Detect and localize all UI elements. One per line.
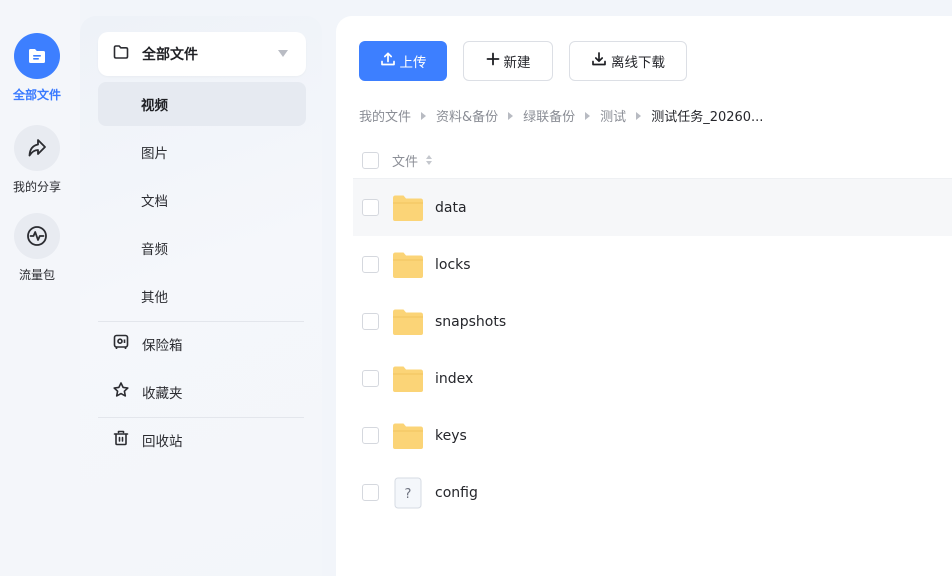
offline-download-label: 离线下载	[611, 55, 665, 71]
divider	[98, 321, 304, 322]
file-name: keys	[435, 427, 467, 444]
select-all-checkbox[interactable]	[362, 151, 379, 169]
rail-label: 流量包	[18, 268, 55, 282]
file-name: snapshots	[435, 313, 507, 330]
rail-label: 全部文件	[12, 88, 61, 102]
download-icon	[591, 51, 607, 71]
unknown-file-icon: ?	[392, 477, 424, 509]
all-files-label: 全部文件	[142, 47, 198, 63]
file-row[interactable]: index	[353, 350, 952, 407]
row-checkbox[interactable]	[362, 199, 379, 216]
row-checkbox[interactable]	[362, 484, 379, 501]
svg-text:?: ?	[405, 487, 412, 502]
nav-recycle-label: 回收站	[142, 434, 183, 450]
sort-icon[interactable]	[426, 155, 433, 165]
upload-label: 上传	[399, 55, 427, 71]
star-icon	[112, 381, 130, 403]
folder-icon	[392, 306, 424, 338]
folder-files-icon	[14, 33, 60, 79]
row-checkbox[interactable]	[362, 370, 379, 387]
file-row[interactable]: snapshots	[353, 293, 952, 350]
trash-icon	[112, 429, 130, 451]
nav-safe-label: 保险箱	[142, 338, 183, 354]
category-video[interactable]: 视频	[98, 82, 306, 126]
file-name: index	[435, 370, 474, 387]
nav-safe[interactable]: 保险箱	[98, 324, 306, 364]
rail-item-all-files[interactable]: 全部文件	[0, 33, 74, 103]
folder-icon	[392, 192, 424, 224]
upload-button[interactable]: 上传	[359, 41, 447, 81]
breadcrumb: 我的文件 资料&备份 绿联备份 测试 测试任务_20260...	[359, 106, 763, 125]
share-arrow-icon	[14, 125, 60, 171]
breadcrumb-separator-icon	[508, 111, 514, 120]
category-other[interactable]: 其他	[98, 274, 306, 318]
file-row[interactable]: locks	[353, 236, 952, 293]
rail-item-my-share[interactable]: 我的分享	[0, 125, 74, 195]
rail-label: 我的分享	[12, 180, 61, 194]
caret-down-icon[interactable]	[278, 50, 288, 57]
column-file-name[interactable]: 文件	[392, 151, 418, 170]
rail-item-traffic[interactable]: 流量包	[0, 213, 74, 283]
category-documents[interactable]: 文档	[98, 178, 306, 222]
category-panel: 全部文件 视频 图片 文档 音频 其他 保险箱 收藏夹 回收站	[80, 16, 322, 576]
breadcrumb-item[interactable]: 测试	[600, 106, 626, 125]
file-name: config	[435, 484, 478, 501]
nav-favorites-label: 收藏夹	[142, 386, 183, 402]
divider	[98, 417, 304, 418]
row-checkbox[interactable]	[362, 427, 379, 444]
folder-icon	[392, 420, 424, 452]
folder-outline-icon	[112, 43, 130, 65]
plus-icon	[486, 52, 500, 70]
offline-download-button[interactable]: 离线下载	[569, 41, 687, 81]
file-row[interactable]: data	[353, 179, 952, 236]
breadcrumb-item[interactable]: 资料&备份	[436, 106, 498, 125]
file-browser: 上传 新建 离线下载 我的文件 资料&备份 绿联备份 测试 测试任务_20260…	[336, 16, 952, 576]
file-row[interactable]: ? config	[353, 464, 952, 521]
row-checkbox[interactable]	[362, 313, 379, 330]
new-button[interactable]: 新建	[463, 41, 553, 81]
breadcrumb-separator-icon	[636, 111, 642, 120]
breadcrumb-item[interactable]: 绿联备份	[523, 106, 575, 125]
category-images[interactable]: 图片	[98, 130, 306, 174]
row-checkbox[interactable]	[362, 256, 379, 273]
file-row[interactable]: keys	[353, 407, 952, 464]
upload-icon	[380, 51, 396, 71]
all-files-dropdown[interactable]: 全部文件	[98, 32, 306, 76]
file-name: locks	[435, 256, 471, 273]
app-rail: 全部文件 我的分享 流量包	[0, 0, 80, 576]
nav-favorites[interactable]: 收藏夹	[98, 372, 306, 412]
breadcrumb-current: 测试任务_20260...	[651, 110, 764, 125]
nav-recycle-bin[interactable]: 回收站	[98, 420, 306, 460]
folder-icon	[392, 363, 424, 395]
breadcrumb-separator-icon	[421, 111, 427, 120]
file-name: data	[435, 199, 467, 216]
traffic-pulse-icon	[14, 213, 60, 259]
folder-icon	[392, 249, 424, 281]
breadcrumb-item[interactable]: 我的文件	[359, 106, 411, 125]
breadcrumb-separator-icon	[585, 111, 591, 120]
category-audio[interactable]: 音频	[98, 226, 306, 270]
safe-icon	[112, 333, 130, 355]
new-label: 新建	[503, 55, 531, 71]
list-header: 文件	[353, 142, 952, 179]
